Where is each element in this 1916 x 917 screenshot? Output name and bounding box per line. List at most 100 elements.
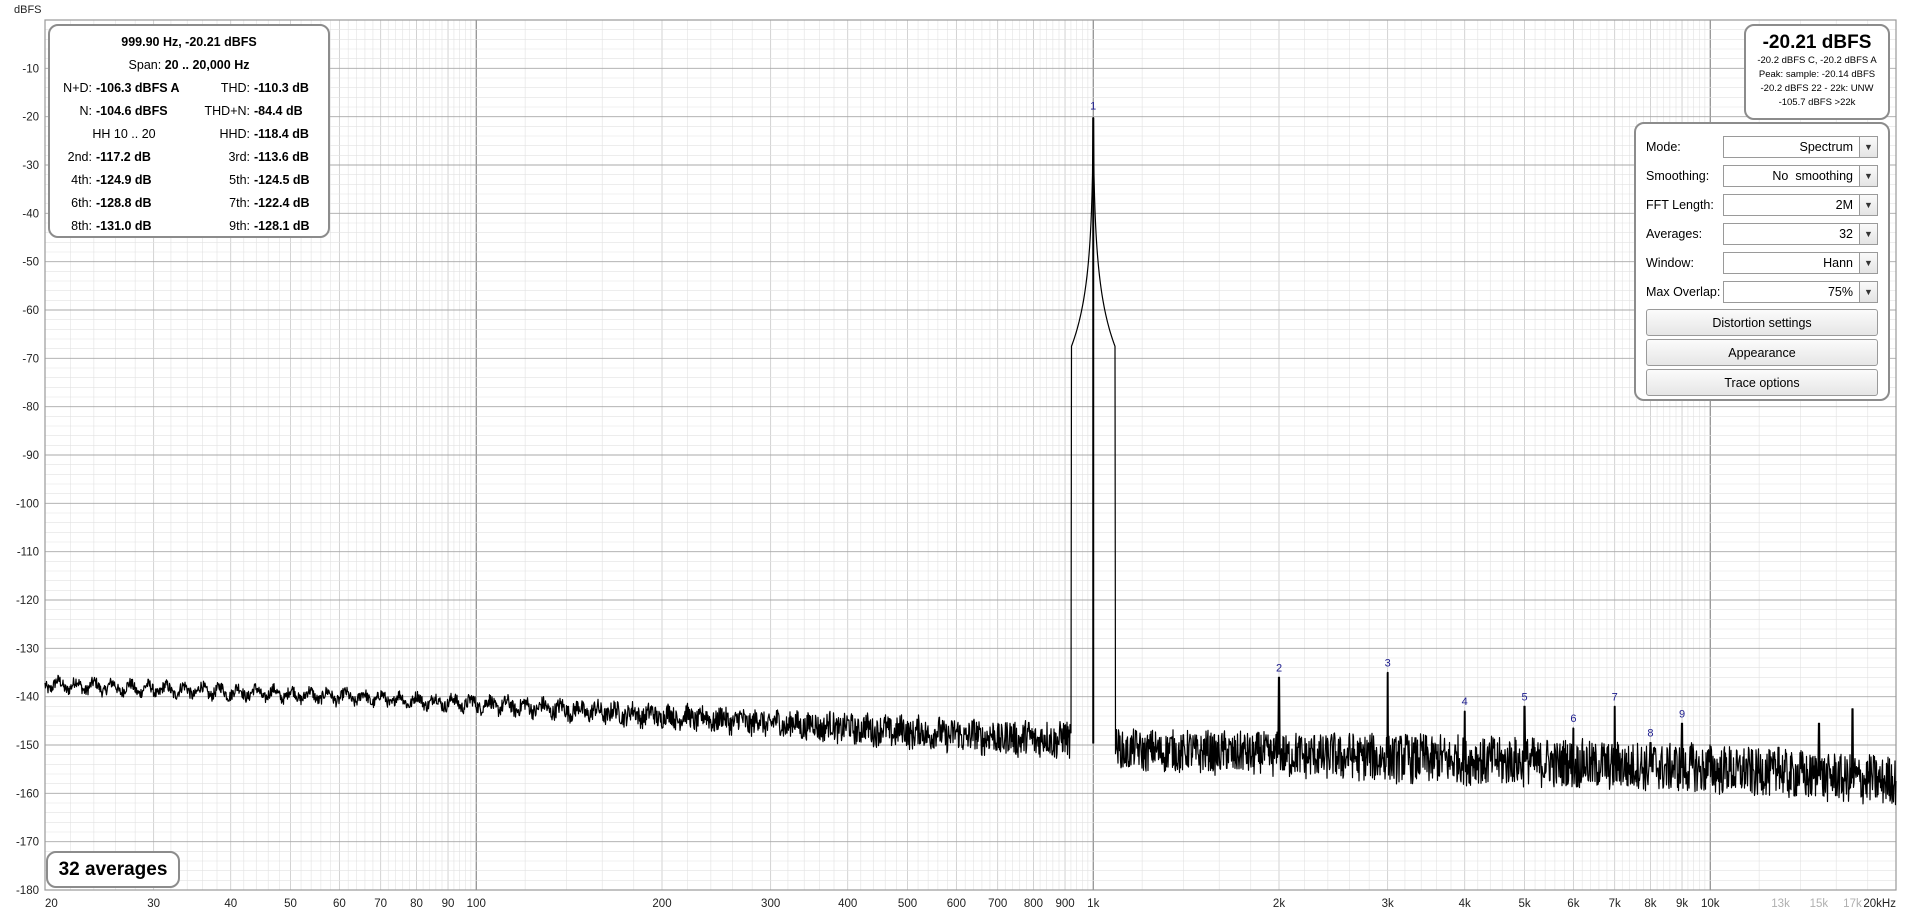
- x-tick-label: 100: [467, 898, 486, 910]
- level-weighted: -20.2 dBFS C, -20.2 dBFS A: [1757, 55, 1877, 66]
- harmonic-marker-label: 3: [1385, 658, 1391, 670]
- chevron-down-icon[interactable]: ▼: [1859, 165, 1877, 186]
- smoothing-row: Smoothing: No smoothing ▼: [1646, 161, 1878, 190]
- overlap-select[interactable]: 75% ▼: [1723, 280, 1878, 303]
- y-tick-label: -150: [16, 740, 39, 752]
- harmonic-marker-label: 7: [1612, 691, 1618, 703]
- analysis-controls-panel: Mode: Spectrum ▼ Smoothing: No smoothing ▼…: [1634, 122, 1890, 401]
- x-tick-label: 800: [1024, 898, 1043, 910]
- h8-h9-row: 8th: -131.0 dB 9th: -128.1 dB: [71, 218, 310, 233]
- y-tick-label: -140: [16, 692, 39, 704]
- mode-select[interactable]: Spectrum ▼: [1723, 135, 1878, 158]
- x-tick-label: 9k: [1676, 898, 1688, 910]
- hh-hhd-row: HH 10 .. 20 HHD: -118.4 dB: [56, 122, 322, 145]
- x-tick-label: 700: [988, 898, 1007, 910]
- x-tick-label: 300: [761, 898, 780, 910]
- chevron-down-icon[interactable]: ▼: [1859, 281, 1877, 302]
- y-tick-label: -120: [16, 595, 39, 607]
- nd-thd-row: N+D: -106.3 dBFS A THD: -110.3 dB: [56, 76, 322, 99]
- h4-h5-row: 4th: -124.9 dB 5th: -124.5 dB: [71, 172, 310, 187]
- level-band: -20.2 dBFS 22 - 22k: UNW: [1760, 83, 1874, 94]
- window-row: Window: Hann ▼: [1646, 248, 1878, 277]
- y-tick-label: -10: [22, 63, 39, 75]
- x-tick-label: 1k: [1087, 898, 1099, 910]
- x-tick-label: 200: [652, 898, 671, 910]
- harmonic-marker-label: 5: [1521, 691, 1527, 703]
- x-tick-label: 6k: [1567, 898, 1579, 910]
- y-tick-label: -30: [22, 160, 39, 172]
- fundamental-marker-label: 1: [1090, 101, 1096, 113]
- harmonic-marker-label: 4: [1462, 696, 1468, 708]
- hh-range-label: HH 10 .. 20: [92, 126, 156, 141]
- level-meter-panel: -20.21 dBFS -20.2 dBFS C, -20.2 dBFS A P…: [1744, 24, 1890, 120]
- level-peak: Peak: sample: -20.14 dBFS: [1758, 69, 1876, 80]
- y-tick-label: -110: [17, 547, 39, 559]
- y-tick-label: -160: [16, 788, 39, 800]
- x-tick-label: 13k: [1771, 898, 1790, 910]
- y-tick-label: -50: [22, 257, 39, 269]
- thdn-label: THD+N:: [204, 103, 251, 118]
- level-above-22k: -105.7 dBFS >22k: [1778, 97, 1856, 108]
- y-tick-label: -70: [22, 353, 39, 365]
- x-tick-label: 3k: [1382, 898, 1394, 910]
- x-tick-label: 500: [898, 898, 917, 910]
- x-tick-label: 8k: [1644, 898, 1656, 910]
- harmonic-marker-label: 6: [1570, 713, 1576, 725]
- x-tick-label: 900: [1055, 898, 1074, 910]
- thd-label: THD:: [220, 80, 250, 95]
- fft-length-select[interactable]: 2M ▼: [1723, 193, 1878, 216]
- x-tick-label: 60: [333, 898, 346, 910]
- appearance-button[interactable]: Appearance: [1646, 339, 1878, 366]
- x-tick-label: 70: [374, 898, 387, 910]
- averages-select[interactable]: 32 ▼: [1723, 222, 1878, 245]
- x-tick-label: 400: [838, 898, 857, 910]
- x-tick-label: 4k: [1459, 898, 1471, 910]
- hhd-value: -118.4 dB: [254, 126, 309, 141]
- distortion-stats-panel: 999.90 Hz, -20.21 dBFS Span: 20 .. 20,00…: [48, 24, 330, 238]
- harmonic-marker-label: 2: [1276, 662, 1282, 674]
- span-readout: Span: 20 .. 20,000 Hz: [128, 57, 250, 72]
- overlap-row: Max Overlap: 75% ▼: [1646, 277, 1878, 306]
- nd-value: -106.3 dBFS A: [96, 80, 180, 95]
- harmonic-marker-label: 8: [1647, 728, 1653, 740]
- window-select[interactable]: Hann ▼: [1723, 251, 1878, 274]
- x-tick-label: 90: [442, 898, 455, 910]
- x-tick-label: 50: [284, 898, 297, 910]
- h6-h7-row: 6th: -128.8 dB 7th: -122.4 dB: [71, 195, 310, 210]
- chevron-down-icon[interactable]: ▼: [1859, 252, 1877, 273]
- thd-value: -110.3 dB: [254, 80, 309, 95]
- y-tick-label: -170: [16, 837, 39, 849]
- x-tick-label: 30: [147, 898, 160, 910]
- x-tick-label: 17k: [1843, 898, 1862, 910]
- x-tick-label: 20: [45, 898, 58, 910]
- harmonic-marker-label: 9: [1679, 708, 1685, 720]
- chevron-down-icon[interactable]: ▼: [1859, 223, 1877, 244]
- fft-length-row: FFT Length: 2M ▼: [1646, 190, 1878, 219]
- y-tick-label: -100: [16, 498, 39, 510]
- x-tick-label: 40: [224, 898, 237, 910]
- y-tick-label: -80: [22, 402, 39, 414]
- smoothing-select[interactable]: No smoothing ▼: [1723, 164, 1878, 187]
- n-thdn-row: N: -104.6 dBFS THD+N: -84.4 dB: [56, 99, 322, 122]
- x-tick-label: 15k: [1810, 898, 1829, 910]
- level-readout: -20.21 dBFS: [1762, 32, 1872, 53]
- x-tick-label: 80: [410, 898, 423, 910]
- distortion-settings-button[interactable]: Distortion settings: [1646, 309, 1878, 336]
- y-tick-label: -60: [22, 305, 39, 317]
- h2-h3-row: 2nd: -117.2 dB 3rd: -113.6 dB: [67, 149, 309, 164]
- mode-row: Mode: Spectrum ▼: [1646, 132, 1878, 161]
- n-label: N:: [79, 103, 93, 118]
- x-tick-label: 2k: [1273, 898, 1285, 910]
- y-tick-label: -180: [16, 885, 39, 897]
- hhd-label: HHD:: [219, 126, 250, 141]
- trace-options-button[interactable]: Trace options: [1646, 369, 1878, 396]
- y-tick-label: -20: [22, 112, 39, 124]
- nd-label: N+D:: [63, 80, 92, 95]
- x-tick-label: 5k: [1518, 898, 1530, 910]
- y-axis-unit: dBFS: [14, 4, 42, 16]
- chevron-down-icon[interactable]: ▼: [1859, 194, 1877, 215]
- n-value: -104.6 dBFS: [96, 103, 168, 118]
- thdn-value: -84.4 dB: [254, 103, 303, 118]
- chevron-down-icon[interactable]: ▼: [1859, 136, 1877, 157]
- y-tick-label: -130: [16, 643, 39, 655]
